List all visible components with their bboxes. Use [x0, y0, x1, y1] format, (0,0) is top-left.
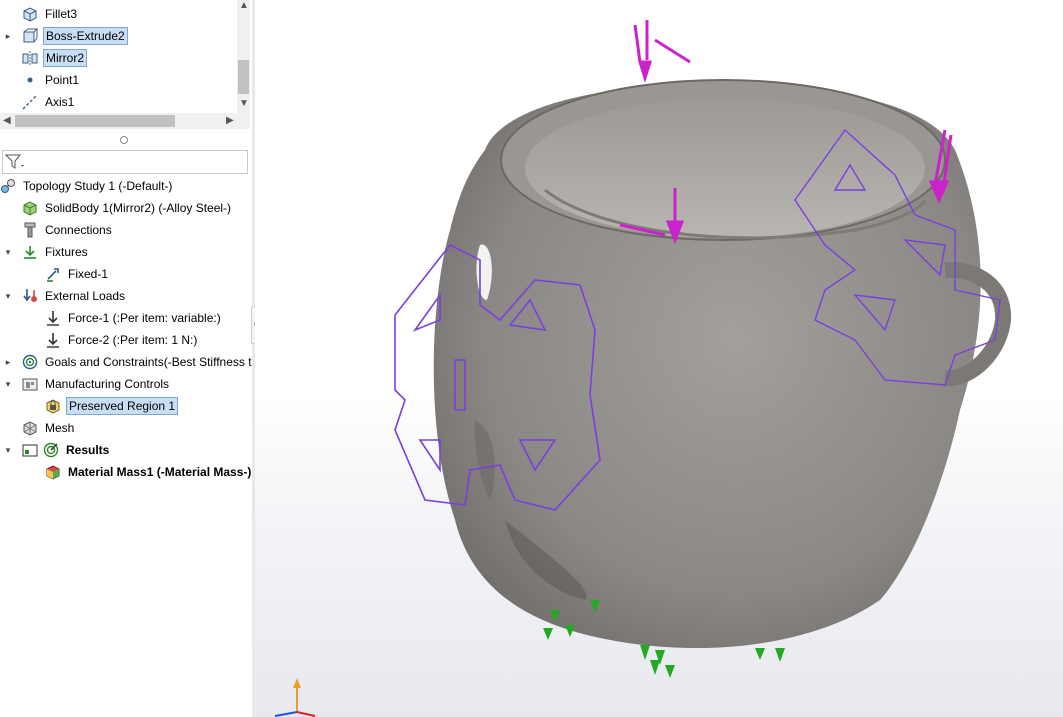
mesh-icon: [22, 420, 38, 436]
tree-item-label: Goals and Constraints(-Best Stiffness tc: [45, 355, 258, 369]
scrollbar-thumb[interactable]: [15, 115, 175, 127]
boss-extrude-icon: [22, 28, 38, 44]
folder-icon: [22, 442, 38, 458]
collapse-arrow-icon[interactable]: ▾: [3, 247, 13, 257]
tree-item-point1[interactable]: Point1: [22, 70, 81, 90]
tree-item-label: Axis1: [45, 95, 75, 109]
point-icon: [22, 72, 38, 88]
solid-body-icon: [22, 200, 38, 216]
external-loads-icon: [22, 288, 38, 304]
manufacturing-controls-icon: [22, 376, 38, 392]
fixed-icon: [45, 266, 61, 282]
scrollbar-thumb[interactable]: [238, 60, 249, 94]
tree-item-force-2[interactable]: Force-2 (:Per item: 1 N:): [45, 330, 199, 350]
graphics-viewport[interactable]: [255, 0, 1063, 717]
tree-item-connections[interactable]: Connections: [22, 220, 114, 240]
scroll-left-icon[interactable]: ◀: [3, 115, 11, 126]
tree-item-label: Material Mass1 (-Material Mass-): [68, 465, 252, 479]
tree-item-label: Connections: [45, 223, 112, 237]
tree-item-axis1[interactable]: Axis1: [22, 92, 76, 112]
filter-icon[interactable]: [4, 153, 27, 174]
fillet-icon: [22, 6, 38, 22]
tree-item-label: Force-2 (:Per item: 1 N:): [68, 333, 198, 347]
tree-item-solidbody[interactable]: SolidBody 1(Mirror2) (-Alloy Steel-): [22, 198, 233, 218]
tree-item-fixed-1[interactable]: Fixed-1: [45, 264, 110, 284]
scroll-right-icon[interactable]: ▶: [226, 115, 234, 126]
tree-item-material-mass1[interactable]: Material Mass1 (-Material Mass-): [45, 462, 253, 482]
preserved-region-icon: [45, 398, 61, 414]
scroll-up-icon[interactable]: ▲: [239, 0, 249, 11]
fixtures-icon: [22, 244, 38, 260]
tree-item-label: Manufacturing Controls: [45, 377, 170, 391]
tree-item-label: Fixed-1: [68, 267, 109, 281]
tree-item-label: Results: [66, 443, 110, 457]
study-title: Topology Study 1 (-Default-): [23, 179, 173, 193]
scroll-down-icon[interactable]: ▼: [239, 98, 249, 109]
pot-inner: [525, 98, 925, 238]
tree-item-force-1[interactable]: Force-1 (:Per item: variable:): [45, 308, 223, 328]
tree-item-label: Mirror2: [43, 49, 87, 67]
collapse-arrow-icon[interactable]: ▾: [3, 379, 13, 389]
feature-manager-panel: Fillet3 ▸ Boss-Extrude2 Mirror2 Point1 A…: [0, 0, 258, 717]
tree-item-label: Fillet3: [45, 7, 78, 21]
tree-item-label: External Loads: [45, 289, 126, 303]
tree-item-preserved-region-1[interactable]: Preserved Region 1: [45, 396, 179, 416]
tree-item-boss-extrude2[interactable]: Boss-Extrude2: [22, 26, 128, 46]
collapse-arrow-icon[interactable]: ▾: [3, 445, 13, 455]
tree-item-label: Mesh: [45, 421, 75, 435]
tree-item-label: Preserved Region 1: [66, 397, 179, 415]
connections-icon: [22, 222, 38, 238]
tree-item-label: Boss-Extrude2: [43, 27, 128, 45]
tree-item-fixtures[interactable]: Fixtures: [22, 242, 90, 262]
tree-item-external-loads[interactable]: External Loads: [22, 286, 127, 306]
tree-item-mesh[interactable]: Mesh: [22, 418, 76, 438]
tree-filter-box[interactable]: [2, 150, 248, 174]
topology-study-icon: [0, 178, 16, 194]
tree-item-topology-study[interactable]: Topology Study 1 (-Default-): [0, 176, 174, 196]
tree-item-label: Fixtures: [45, 245, 88, 259]
mirror-icon: [22, 50, 38, 66]
force-icon: [45, 332, 61, 348]
axis-icon: [22, 94, 38, 110]
pane-splitter-handle[interactable]: [120, 136, 128, 144]
tree-item-mirror2[interactable]: Mirror2: [22, 48, 87, 68]
goals-icon: [22, 354, 38, 370]
coordinate-triad[interactable]: [267, 672, 317, 717]
tree-item-goals-constraints[interactable]: Goals and Constraints(-Best Stiffness tc: [22, 352, 260, 372]
tree-item-label: SolidBody 1(Mirror2) (-Alloy Steel-): [45, 201, 232, 215]
tree-vertical-scrollbar[interactable]: ▲ ▼: [237, 0, 250, 113]
force-icon: [45, 310, 61, 326]
results-icon: [43, 442, 59, 458]
expand-arrow-icon[interactable]: ▸: [3, 31, 13, 41]
tree-horizontal-scrollbar[interactable]: ◀ ▶: [0, 113, 250, 129]
collapse-arrow-icon[interactable]: ▾: [3, 291, 13, 301]
tree-item-fillet3[interactable]: Fillet3: [22, 4, 79, 24]
tree-item-label: Force-1 (:Per item: variable:): [68, 311, 221, 325]
tree-item-manufacturing-controls[interactable]: Manufacturing Controls: [22, 374, 171, 394]
tree-item-results[interactable]: Results: [22, 440, 111, 460]
expand-arrow-icon[interactable]: ▸: [3, 357, 13, 367]
tree-item-label: Point1: [45, 73, 80, 87]
material-mass-icon: [45, 464, 61, 480]
topology-model: [394, 20, 1012, 678]
